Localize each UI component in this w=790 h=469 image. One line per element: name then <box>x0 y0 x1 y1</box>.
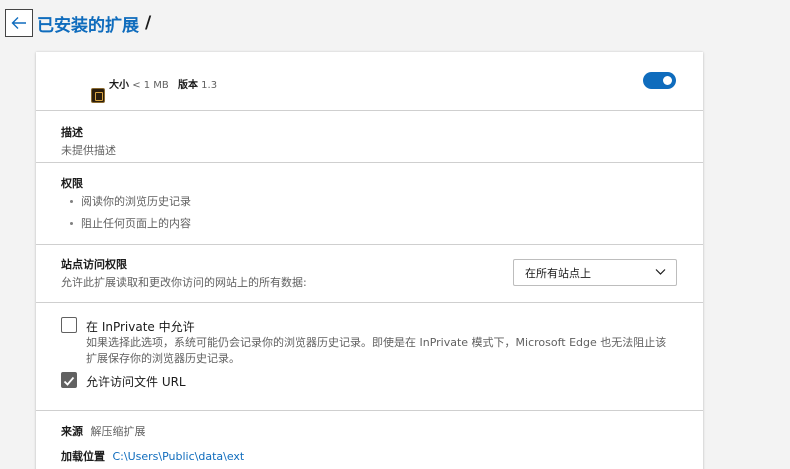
site-access-dropdown[interactable]: 在所有站点上 <box>513 259 677 286</box>
size-label: 大小 <box>109 80 129 91</box>
extension-icon <box>91 88 105 103</box>
description-section: 描述 未提供描述 <box>36 111 703 163</box>
permission-item: 阻止任何页面上的内容 <box>70 216 191 238</box>
checkmark-icon <box>63 376 75 386</box>
permission-item: 阅读你的浏览历史记录 <box>70 194 191 216</box>
extension-summary: 大小 < 1 MB 版本 1.3 <box>36 52 703 111</box>
site-access-title: 站点访问权限 <box>61 258 127 271</box>
size-value: < 1 MB <box>132 80 169 91</box>
site-access-text: 允许此扩展读取和更改你访问的网站上的所有数据: <box>61 276 307 289</box>
source-section: 来源 解压缩扩展 加载位置 C:\Users\Public\data\ext <box>36 411 703 469</box>
extension-meta: 大小 < 1 MB 版本 1.3 <box>109 76 217 91</box>
location-label: 加载位置 <box>61 450 105 463</box>
version-label: 版本 <box>177 80 198 91</box>
extension-enable-toggle[interactable] <box>643 72 676 89</box>
location-path-link[interactable]: C:\Users\Public\data\ext <box>113 450 245 463</box>
source-value: 解压缩扩展 <box>90 425 146 438</box>
description-text: 未提供描述 <box>61 144 116 157</box>
inprivate-checkbox[interactable] <box>61 317 77 333</box>
page-header: 已安装的扩展 / <box>5 8 151 38</box>
file-url-checkbox[interactable] <box>61 372 77 388</box>
source-line: 来源 解压缩扩展 <box>61 423 146 439</box>
location-line: 加载位置 C:\Users\Public\data\ext <box>61 448 244 464</box>
permissions-list: 阅读你的浏览历史记录 阻止任何页面上的内容 <box>70 194 191 238</box>
file-url-label: 允许访问文件 URL <box>86 375 186 389</box>
inprivate-description: 如果选择此选项，系统可能仍会记录你的浏览器历史记录。即使是在 InPrivate… <box>86 336 667 365</box>
permissions-title: 权限 <box>61 177 83 190</box>
breadcrumb-link[interactable]: 已安装的扩展 <box>37 11 139 36</box>
arrow-left-icon <box>11 17 26 29</box>
extension-details-card: 大小 < 1 MB 版本 1.3 描述 未提供描述 权限 阅读你的浏览历史记录 … <box>36 52 703 469</box>
permissions-section: 权限 阅读你的浏览历史记录 阻止任何页面上的内容 <box>36 163 703 245</box>
inprivate-label: 在 InPrivate 中允许 <box>86 320 195 334</box>
toggle-knob <box>663 76 672 85</box>
back-button[interactable] <box>5 9 33 37</box>
chevron-down-icon <box>655 269 666 275</box>
source-label: 来源 <box>61 425 83 438</box>
description-title: 描述 <box>61 126 83 139</box>
version-value: 1.3 <box>201 80 218 91</box>
site-access-section: 站点访问权限 允许此扩展读取和更改你访问的网站上的所有数据: 在所有站点上 <box>36 245 703 303</box>
site-access-selected: 在所有站点上 <box>525 266 591 280</box>
breadcrumb-separator: / <box>145 13 152 33</box>
privacy-section: 在 InPrivate 中允许 如果选择此选项，系统可能仍会记录你的浏览器历史记… <box>36 303 703 411</box>
